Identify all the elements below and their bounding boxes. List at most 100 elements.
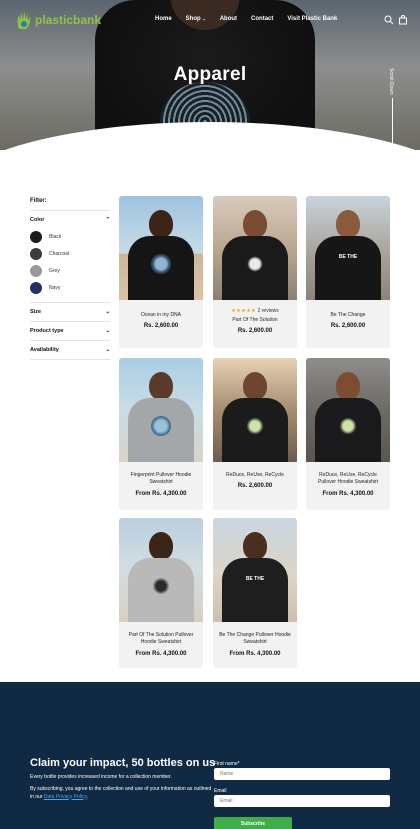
nav-contact[interactable]: Contact	[251, 16, 273, 22]
product-price: From Rs. 4,300.00	[135, 650, 187, 657]
product-name[interactable]: Ocean in my DNA	[119, 312, 203, 319]
nav-shop[interactable]: Shop ⌄	[186, 16, 206, 22]
product-name[interactable]: ReDuce, ReUse, ReCycle Pullover Hoodie S…	[306, 472, 390, 487]
product-image[interactable]	[119, 196, 203, 300]
chevron-down-icon: ⌄	[202, 16, 206, 21]
divider	[30, 321, 110, 322]
search-icon[interactable]	[384, 15, 394, 25]
product-price: Rs. 2,600.00	[330, 323, 366, 330]
page-title: Apparel	[173, 64, 247, 85]
newsletter-description: Every bottle provides increased income f…	[30, 774, 172, 780]
product-card[interactable]: BE THE Be The Change Rs. 2,600.00	[306, 196, 390, 348]
color-option-label: Grey	[49, 268, 60, 274]
hoodie-print	[151, 416, 171, 436]
shirt-print	[151, 254, 171, 274]
filter-availability-header[interactable]: Availability ⌄	[30, 347, 110, 353]
product-image[interactable]	[119, 518, 203, 622]
product-image[interactable]	[306, 358, 390, 462]
product-price: Rs. 2,600.00	[143, 323, 179, 330]
filter-size-label: Size	[30, 309, 42, 315]
product-card[interactable]: Ocean in my DNA Rs. 2,600.00	[119, 196, 203, 348]
nav-home[interactable]: Home	[155, 16, 172, 22]
star-rating-icon: ★★★★★	[231, 308, 257, 314]
nav-about[interactable]: About	[220, 16, 237, 22]
product-image[interactable]	[213, 196, 297, 300]
product-name[interactable]: Be The Change Pullover Hoodie Sweatshirt	[213, 632, 297, 647]
color-option-label: Navy	[49, 285, 61, 291]
product-card[interactable]: Part Of The Solution Pullover Hoodie Swe…	[119, 518, 203, 668]
product-name[interactable]: Be The Change	[306, 312, 390, 319]
product-image[interactable]: BE THE	[213, 518, 297, 622]
email-label: Email	[214, 788, 227, 794]
model-head	[149, 532, 173, 560]
color-option-label: Charcoal	[49, 251, 70, 257]
divider	[30, 302, 110, 303]
model-head	[243, 532, 267, 560]
swatch-grey	[30, 265, 42, 277]
logo-text: plasticbank	[35, 13, 102, 27]
hoodie-print	[338, 416, 358, 436]
product-image[interactable]	[213, 358, 297, 462]
color-option-black[interactable]: Black	[30, 231, 110, 243]
product-card[interactable]: ReDuce, ReUse, ReCycle Pullover Hoodie S…	[306, 358, 390, 510]
scroll-down-indicator[interactable]: Scroll Down	[386, 68, 400, 150]
chevron-down-icon: ⌄	[105, 328, 110, 334]
filter-availability-label: Availability	[30, 347, 59, 353]
swatch-black	[30, 231, 42, 243]
shirt-print	[245, 254, 265, 274]
first-name-field[interactable]	[214, 768, 390, 780]
model-head	[149, 210, 173, 238]
product-image[interactable]	[119, 358, 203, 462]
filter-color-label: Color	[30, 217, 45, 223]
model-head	[336, 372, 360, 400]
product-rating: ★★★★★ 2 reviews	[213, 308, 297, 314]
review-count: 2 reviews	[257, 308, 279, 314]
filter-sidebar: Filter: Color ⌃ Black Charcoal Grey Navy…	[30, 198, 110, 366]
subscribe-button[interactable]: Subscribe	[214, 817, 292, 829]
logo[interactable]: plasticbank	[15, 9, 101, 31]
nav-shop-label: Shop	[185, 16, 201, 22]
divider	[30, 359, 110, 360]
product-price: From Rs. 4,300.00	[229, 650, 281, 657]
nav-links: Home Shop ⌄ About Contact Visit Plastic …	[155, 16, 337, 22]
swatch-charcoal	[30, 248, 42, 260]
color-swatch-list: Black Charcoal Grey Navy	[30, 231, 110, 294]
swatch-navy	[30, 282, 42, 294]
product-price: From Rs. 4,300.00	[135, 490, 187, 497]
product-card[interactable]: BE THE Be The Change Pullover Hoodie Swe…	[213, 518, 297, 668]
scroll-down-label: Scroll Down	[388, 68, 394, 95]
color-option-grey[interactable]: Grey	[30, 265, 110, 277]
hero-curve-divider	[0, 122, 420, 150]
product-card[interactable]: ReDuce, ReUse, ReCycle Rs. 2,600.00	[213, 358, 297, 510]
color-option-charcoal[interactable]: Charcoal	[30, 248, 110, 260]
filter-product-type-label: Product type	[30, 328, 64, 334]
product-price: Rs. 2,600.00	[237, 328, 273, 335]
product-name[interactable]: Fingerprint Pullover Hoodie Sweatshirt	[119, 472, 203, 487]
model-head	[243, 210, 267, 238]
privacy-policy-link[interactable]: Data Privacy Policy	[44, 794, 87, 800]
shirt-print: BE THE	[338, 254, 358, 260]
product-name[interactable]: Part Of The Solution Pullover Hoodie Swe…	[119, 632, 203, 647]
color-option-label: Black	[49, 234, 62, 240]
product-name[interactable]: ReDuce, ReUse, ReCycle	[213, 472, 297, 479]
product-name[interactable]: Part Of The Solution	[213, 317, 297, 324]
model-head	[336, 210, 360, 238]
color-option-navy[interactable]: Navy	[30, 282, 110, 294]
chevron-down-icon: ⌄	[105, 309, 110, 315]
filter-title: Filter:	[30, 198, 47, 204]
chevron-up-icon: ⌃	[105, 217, 110, 223]
divider	[30, 340, 110, 341]
filter-size-header[interactable]: Size ⌄	[30, 309, 110, 315]
product-card[interactable]: Fingerprint Pullover Hoodie Sweatshirt F…	[119, 358, 203, 510]
cart-icon[interactable]	[398, 15, 408, 25]
filter-product-type-header[interactable]: Product type ⌄	[30, 328, 110, 334]
product-card[interactable]: ★★★★★ 2 reviews Part Of The Solution Rs.…	[213, 196, 297, 348]
email-field[interactable]	[214, 795, 390, 807]
divider	[30, 210, 110, 211]
product-price: From Rs. 4,300.00	[322, 490, 374, 497]
product-image[interactable]: BE THE	[306, 196, 390, 300]
hoodie-print: BE THE	[245, 576, 265, 582]
nav-visit-plastic-bank[interactable]: Visit Plastic Bank	[287, 16, 337, 22]
newsletter-consent: By subscribing, you agree to the collect…	[30, 786, 215, 801]
filter-color-header[interactable]: Color ⌃	[30, 217, 110, 223]
